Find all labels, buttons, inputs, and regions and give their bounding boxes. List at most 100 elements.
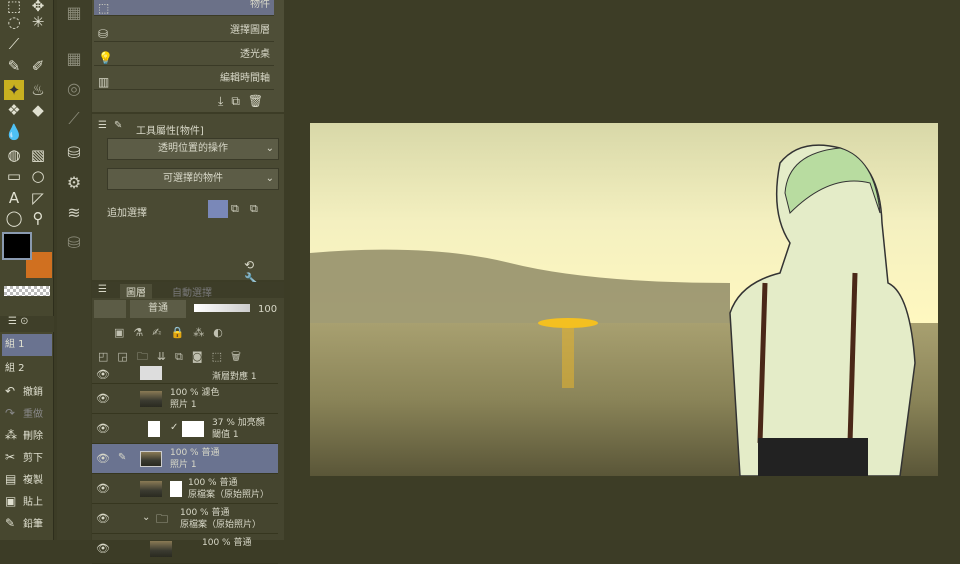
pen-icon[interactable]: ✎ bbox=[4, 56, 24, 76]
subtool-item-timeline[interactable]: ▥ 編輯時間軸 bbox=[94, 68, 274, 90]
set-item[interactable]: 組 2 bbox=[2, 358, 52, 380]
layer-color-select[interactable] bbox=[94, 300, 126, 318]
transparent-operation-dropdown[interactable]: 透明位置的操作 ⌄ bbox=[107, 138, 279, 160]
redo-button[interactable]: ↷ 重做 bbox=[2, 402, 52, 424]
eye-icon[interactable]: 👁 bbox=[96, 542, 110, 555]
mask-icon[interactable]: ◐ bbox=[213, 326, 232, 339]
subtool-item-select-layer[interactable]: ⛁ 選擇圖層 bbox=[94, 20, 274, 42]
image-material-icon bbox=[170, 481, 182, 497]
new-folder-icon[interactable]: 🗀 bbox=[137, 350, 157, 363]
fill-bucket-icon[interactable]: ◍ bbox=[4, 145, 24, 165]
trash-icon[interactable]: 🗑 bbox=[231, 350, 250, 363]
palette-icon[interactable]: ◎ bbox=[61, 76, 87, 102]
transparent-color-swatch[interactable] bbox=[4, 286, 50, 296]
search-icon[interactable]: ⊙ bbox=[20, 316, 28, 327]
lock-transparent-icon[interactable]: ⁂ bbox=[193, 326, 213, 339]
eyedropper-icon[interactable]: ⟋ bbox=[4, 34, 24, 54]
lasso-icon[interactable]: ◌ bbox=[4, 12, 24, 32]
mask-create-icon[interactable]: ◙ bbox=[192, 350, 212, 363]
apply-mask-icon[interactable]: ⬚ bbox=[212, 350, 231, 363]
text-icon[interactable]: A bbox=[4, 188, 24, 208]
lock-icon[interactable]: 🔒 bbox=[171, 326, 194, 339]
gradient-icon[interactable]: ▧ bbox=[28, 145, 48, 165]
layer-thumbnail bbox=[140, 481, 162, 497]
menu-icon[interactable]: ☰ bbox=[98, 284, 107, 295]
menu-icon[interactable]: ☰ bbox=[98, 120, 107, 131]
reset-icon[interactable]: ⟲ bbox=[244, 258, 264, 272]
pencil-button[interactable]: ✎ 鉛筆 bbox=[2, 512, 52, 534]
eraser-icon[interactable]: ◆ bbox=[28, 100, 48, 120]
blend-mode-select[interactable]: 普通 bbox=[130, 300, 186, 318]
new-selection-button[interactable] bbox=[208, 200, 228, 218]
frame-icon[interactable]: ▭ bbox=[4, 166, 24, 186]
clip-icon[interactable]: ▣ bbox=[114, 326, 133, 339]
eye-icon[interactable]: 👁 bbox=[96, 482, 110, 495]
decoration-icon[interactable]: ❖ bbox=[4, 100, 24, 120]
subtract-selection-button[interactable]: ⧉ bbox=[250, 202, 258, 216]
layer-thumbnail bbox=[150, 541, 172, 557]
add-selection-button[interactable]: ⧉ bbox=[231, 202, 239, 216]
palette-icon[interactable]: ⟋ bbox=[61, 106, 87, 132]
merge-icon[interactable]: ⇊ bbox=[157, 350, 175, 363]
blend-icon[interactable]: 💧 bbox=[4, 122, 24, 142]
cut-button[interactable]: ✂ 剪下 bbox=[2, 446, 52, 468]
layer-row[interactable]: 👁 漸層對應 1 bbox=[92, 366, 278, 384]
airbrush-icon[interactable]: ♨ bbox=[28, 80, 48, 100]
layer-row-selected[interactable]: 👁 ✎ 100 % 普通 照片 1 bbox=[92, 444, 278, 474]
layer-stack-icon[interactable]: ≋ bbox=[61, 200, 87, 226]
opacity-value[interactable]: 100 bbox=[258, 304, 277, 315]
layer-property-icon[interactable]: ⛁ bbox=[61, 140, 87, 166]
layer-icon[interactable]: ⛁ bbox=[61, 230, 87, 256]
eye-icon[interactable]: 👁 bbox=[96, 422, 110, 435]
layer-thumbnail bbox=[140, 391, 162, 407]
foreground-color-swatch[interactable] bbox=[2, 232, 32, 260]
subtool-label: 編輯時間軸 bbox=[220, 73, 270, 84]
eye-icon[interactable]: 👁 bbox=[96, 392, 110, 405]
draft-icon[interactable]: ✍ bbox=[152, 326, 170, 339]
clear-icon: ⁂ bbox=[5, 428, 17, 442]
tab-layer[interactable]: 圖層 bbox=[120, 284, 152, 299]
layer-row[interactable]: 👁 100 % 普通 原檔案（原始照片） bbox=[92, 474, 278, 504]
folder-icon: 🗀 bbox=[156, 512, 169, 526]
eye-icon[interactable]: 👁 bbox=[96, 512, 110, 525]
magic-wand-icon[interactable]: ✳ bbox=[28, 12, 48, 32]
eye-icon[interactable]: 👁 bbox=[96, 368, 110, 381]
ruler-icon[interactable]: ◸ bbox=[28, 188, 48, 208]
palette-icon[interactable]: ▦ bbox=[61, 46, 87, 72]
selectable-object-dropdown[interactable]: 可選擇的物件 ⌄ bbox=[107, 168, 279, 190]
set-item[interactable]: 組 1 bbox=[2, 334, 52, 356]
chevron-down-icon: ⌄ bbox=[265, 143, 274, 154]
import-icon[interactable]: ⤓ bbox=[218, 94, 231, 108]
reference-icon[interactable]: ⚗ bbox=[133, 326, 152, 339]
layer-row[interactable]: 👁 100 % 普通 bbox=[92, 534, 278, 564]
new-vector-layer-icon[interactable]: ◲ bbox=[117, 350, 136, 363]
subtool-item-light-table[interactable]: 💡 透光桌 bbox=[94, 44, 274, 66]
layer-search-icon[interactable]: ⚙ bbox=[61, 170, 87, 196]
canvas-artwork[interactable] bbox=[310, 123, 938, 476]
duplicate-icon[interactable]: ⧉ bbox=[231, 94, 248, 108]
subtool-item-object[interactable]: ⬚ 物件 bbox=[94, 0, 274, 16]
paste-button[interactable]: ▣ 貼上 bbox=[2, 490, 52, 512]
undo-icon: ↶ bbox=[5, 384, 16, 398]
tab-auto-select[interactable]: 自動選擇 bbox=[172, 284, 212, 299]
undo-button[interactable]: ↶ 撤銷 bbox=[2, 380, 52, 402]
correction-icon[interactable]: ⚲ bbox=[28, 208, 48, 228]
balloon-icon[interactable]: ◯ bbox=[4, 208, 24, 228]
layer-row[interactable]: 👁 ✓ 37 % 加亮顏 閾值 1 bbox=[92, 414, 278, 444]
chevron-down-icon[interactable]: ⌄ bbox=[142, 512, 150, 523]
undo-label: 撤銷 bbox=[23, 387, 43, 398]
trash-icon[interactable]: 🗑 bbox=[248, 94, 271, 108]
copy-button[interactable]: ▤ 複製 bbox=[2, 468, 52, 490]
ellipse-icon[interactable]: ○ bbox=[28, 166, 48, 186]
layer-row[interactable]: 👁 100 % 濾色 照片 1 bbox=[92, 384, 278, 414]
duplicate-layer-icon[interactable]: ⧉ bbox=[175, 350, 192, 363]
new-raster-layer-icon[interactable]: ◰ bbox=[98, 350, 117, 363]
palette-icon[interactable]: ▦ bbox=[61, 0, 87, 26]
layer-folder-row[interactable]: 👁 ⌄ 🗀 100 % 普通 原檔案（原始照片） bbox=[92, 504, 278, 534]
pencil-icon[interactable]: ✐ bbox=[28, 56, 48, 76]
opacity-slider[interactable] bbox=[194, 304, 250, 312]
delete-button[interactable]: ⁂ 刪除 bbox=[2, 424, 52, 446]
add-selection-label: 追加選擇 bbox=[107, 208, 147, 219]
eye-icon[interactable]: 👁 bbox=[96, 452, 110, 465]
brush-icon[interactable]: ✦ bbox=[4, 80, 24, 100]
